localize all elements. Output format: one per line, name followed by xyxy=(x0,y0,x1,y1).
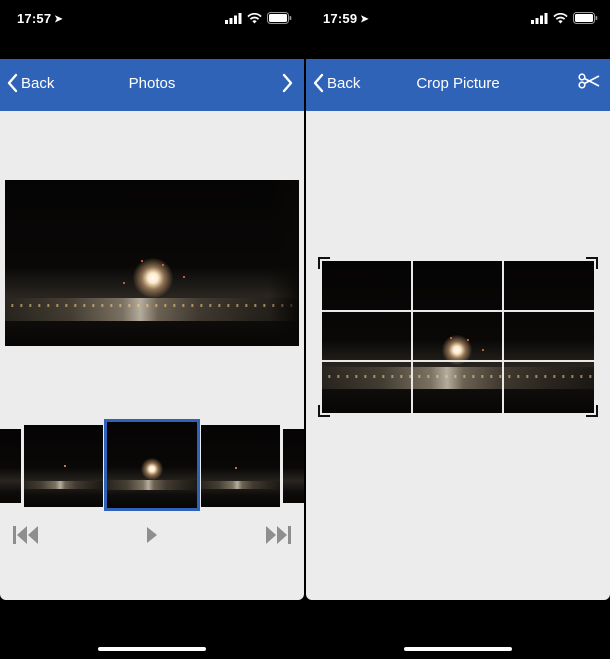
cellular-signal-icon xyxy=(225,12,242,24)
thumbnail[interactable] xyxy=(0,429,21,503)
chevron-right-icon xyxy=(282,73,293,93)
thumbnail-selected[interactable] xyxy=(104,419,200,511)
page-title: Crop Picture xyxy=(416,75,500,92)
thumbnail[interactable] xyxy=(201,425,280,507)
status-icons xyxy=(531,12,598,24)
wifi-icon xyxy=(553,12,568,23)
photo-viewer xyxy=(0,111,304,600)
crop-area[interactable] xyxy=(318,257,598,417)
battery-icon xyxy=(267,12,292,24)
battery-icon xyxy=(573,12,598,24)
cellular-signal-icon xyxy=(531,12,548,24)
location-arrow-icon: ➤ xyxy=(360,14,369,25)
skip-to-end-icon[interactable] xyxy=(264,524,292,546)
crop-handle-bottom-right[interactable] xyxy=(586,405,598,417)
play-icon[interactable] xyxy=(145,524,159,546)
crop-photo xyxy=(322,261,594,413)
crop-handle-top-left[interactable] xyxy=(318,257,330,269)
next-button[interactable] xyxy=(282,73,294,98)
thumbnail[interactable] xyxy=(24,425,103,507)
page-title: Photos xyxy=(128,75,176,92)
wifi-icon xyxy=(247,12,262,23)
skip-to-start-icon[interactable] xyxy=(12,524,40,546)
crop-editor xyxy=(306,111,610,600)
crop-button[interactable] xyxy=(578,73,600,94)
thumbnail[interactable] xyxy=(283,429,304,503)
nav-bar: Back Photos xyxy=(0,59,304,111)
home-indicator[interactable] xyxy=(404,647,512,651)
status-bar: 17:57 ➤ xyxy=(0,0,304,40)
home-indicator[interactable] xyxy=(98,647,206,651)
status-time: 17:59 ➤ xyxy=(323,11,369,26)
thumbnail-strip xyxy=(0,419,304,512)
crop-handle-bottom-left[interactable] xyxy=(318,405,330,417)
nav-bar: Back Crop Picture xyxy=(306,59,610,111)
crop-handle-top-right[interactable] xyxy=(586,257,598,269)
status-icons xyxy=(225,12,292,24)
scissors-icon xyxy=(578,73,600,89)
location-arrow-icon: ➤ xyxy=(54,14,63,25)
status-bar: 17:59 ➤ xyxy=(306,0,610,40)
status-time: 17:57 ➤ xyxy=(17,11,63,26)
main-photo[interactable] xyxy=(5,180,299,346)
right-screen: 17:59 ➤ Back Crop Picture xyxy=(306,0,610,659)
left-screen: 17:57 ➤ Back Photos xyxy=(0,0,304,659)
playback-controls xyxy=(0,524,304,548)
